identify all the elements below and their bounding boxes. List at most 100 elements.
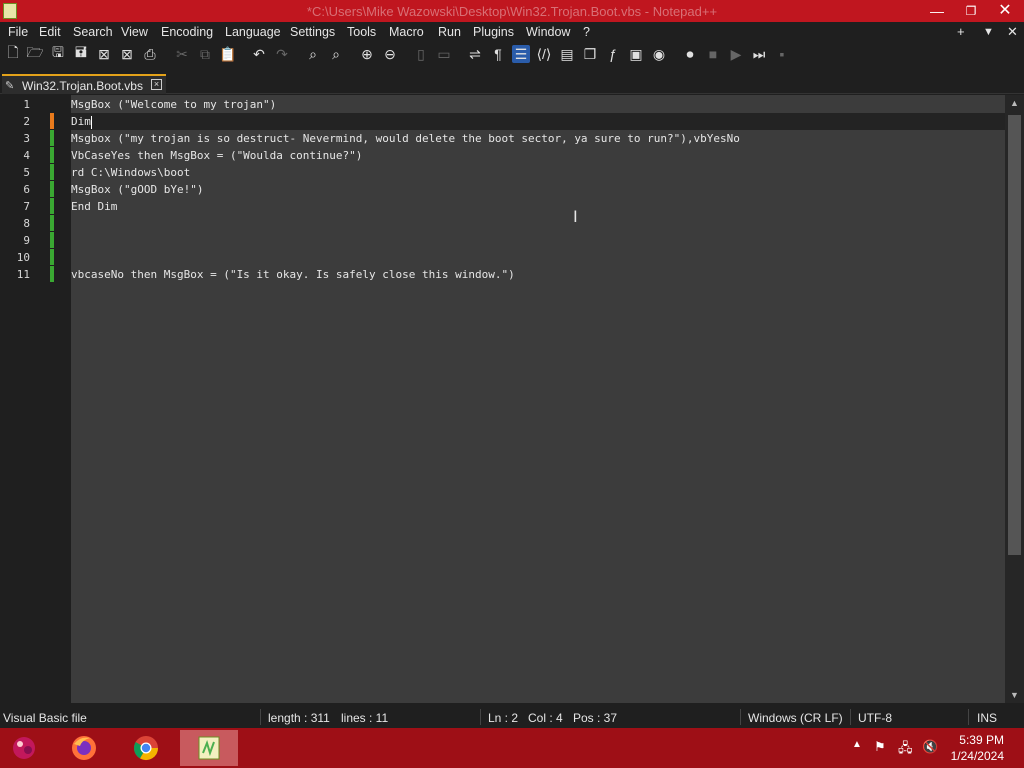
show-all-chars-icon[interactable]: ¶ <box>489 45 507 63</box>
code-line[interactable]: vbcaseNo then MsgBox = ("Is it okay. Is … <box>71 266 1005 283</box>
play-macro-icon[interactable]: ▶ <box>727 45 745 63</box>
volume-muted-icon[interactable]: 🔇 <box>922 739 938 755</box>
text-caret <box>90 115 92 129</box>
line-number: 3 <box>23 132 30 145</box>
save-all-icon[interactable]: 🖬 <box>72 44 90 63</box>
print-icon[interactable]: ⎙ <box>141 45 159 63</box>
menu-macro[interactable]: Macro <box>389 25 424 39</box>
menu-search[interactable]: Search <box>73 25 113 39</box>
code-line-text: MsgBox ("Welcome to my trojan") <box>71 98 277 111</box>
code-line[interactable] <box>71 232 1005 249</box>
undo-icon[interactable]: ↶ <box>250 45 268 63</box>
code-line[interactable]: Msgbox ("my trojan is so destruct- Never… <box>71 130 1005 147</box>
scroll-thumb[interactable] <box>1008 115 1021 555</box>
vertical-scrollbar[interactable]: ▲ ▼ <box>1005 95 1024 703</box>
menu-bar: File Edit Search View Encoding Language … <box>0 22 1024 43</box>
code-editor[interactable]: 1 2 3 4 5 6 7 8 9 10 11 MsgBox ("Welcome to my tro… <box>0 95 1005 703</box>
code-line[interactable]: VbCaseYes then MsgBox = ("Woulda continu… <box>71 147 1005 164</box>
code-line[interactable]: MsgBox ("Welcome to my trojan") <box>71 96 1005 113</box>
line-number: 11 <box>16 268 30 281</box>
system-clock[interactable]: 5:39 PM 1/24/2024 <box>951 732 1004 764</box>
firefox-icon[interactable] <box>64 730 104 766</box>
close-button[interactable]: ✕ <box>988 0 1022 22</box>
action-center-flag-icon[interactable]: ⚑ <box>874 739 886 755</box>
sync-vertical-icon[interactable]: ▯ <box>412 45 430 63</box>
notepadpp-taskbar-icon[interactable] <box>180 730 238 766</box>
menu-view[interactable]: View <box>121 25 148 39</box>
maximize-button[interactable]: ❐ <box>954 0 988 22</box>
close-tab-button[interactable]: × <box>151 79 162 90</box>
code-line[interactable]: MsgBox ("gOOD bYe!") <box>71 181 1005 198</box>
line-number: 2 <box>23 115 30 128</box>
chrome-icon[interactable] <box>126 730 166 766</box>
redo-icon[interactable]: ↷ <box>273 45 291 63</box>
tab-strip: ✎ Win32.Trojan.Boot.vbs × <box>0 68 1024 94</box>
saved-change-marker <box>50 232 54 248</box>
code-line-text: VbCaseYes then MsgBox = ("Woulda continu… <box>71 149 363 162</box>
unsaved-change-marker <box>50 113 54 129</box>
menu-settings[interactable]: Settings <box>290 25 335 39</box>
close-file-icon[interactable]: ⊠ <box>95 45 113 63</box>
code-line[interactable]: rd C:\Windows\boot <box>71 164 1005 181</box>
title-bar: *C:\Users\Mike Wazowski\Desktop\Win32.Tr… <box>0 0 1024 22</box>
find-icon[interactable]: ⌕ <box>304 45 322 63</box>
menu-help[interactable]: ? <box>583 25 590 39</box>
saved-change-marker <box>50 198 54 214</box>
new-tab-icon[interactable]: + <box>957 24 965 39</box>
menu-plugins[interactable]: Plugins <box>473 25 514 39</box>
code-line[interactable] <box>71 249 1005 266</box>
open-file-icon[interactable]: 🗁 <box>26 44 44 63</box>
minimize-button[interactable]: — <box>920 0 954 22</box>
paste-icon[interactable]: 📋 <box>219 45 237 63</box>
document-map-icon[interactable]: ▤ <box>558 45 576 63</box>
scroll-up-icon[interactable]: ▲ <box>1005 95 1024 111</box>
replace-icon[interactable]: ⌕ <box>327 45 345 63</box>
menu-file[interactable]: File <box>8 25 28 39</box>
line-number: 10 <box>16 251 30 264</box>
indent-guide-icon[interactable]: ☰ <box>512 45 530 63</box>
line-number: 6 <box>23 183 30 196</box>
zoom-out-icon[interactable]: ⊖ <box>381 45 399 63</box>
stop-macro-icon[interactable]: ■ <box>704 45 722 63</box>
monitoring-icon[interactable]: ◉ <box>650 45 668 63</box>
scroll-down-icon[interactable]: ▼ <box>1005 687 1024 703</box>
save-icon[interactable]: 🖫 <box>49 44 67 63</box>
line-number: 1 <box>23 98 30 111</box>
tray-overflow-icon[interactable]: ▲ <box>852 739 862 750</box>
menu-encoding[interactable]: Encoding <box>161 25 213 39</box>
zoom-in-icon[interactable]: ⊕ <box>358 45 376 63</box>
clock-time: 5:39 PM <box>959 733 1004 747</box>
code-line[interactable]: Dim <box>71 113 1005 130</box>
close-tab-icon[interactable]: ✕ <box>1007 24 1018 40</box>
saved-change-marker <box>50 130 54 146</box>
new-file-icon[interactable]: 🗋 <box>4 44 22 63</box>
status-eol[interactable]: Windows (CR LF) <box>748 711 843 725</box>
copy-icon[interactable]: ⧉ <box>196 45 214 63</box>
code-line[interactable] <box>71 215 1005 232</box>
menu-window[interactable]: Window <box>526 25 570 39</box>
code-line[interactable]: End Dim <box>71 198 1005 215</box>
menu-edit[interactable]: Edit <box>39 25 61 39</box>
menu-tools[interactable]: Tools <box>347 25 376 39</box>
document-list-icon[interactable]: ❐ <box>581 45 599 63</box>
folder-workspace-icon[interactable]: ▣ <box>627 45 645 63</box>
line-number: 7 <box>23 200 30 213</box>
close-all-icon[interactable]: ⊠ <box>118 45 136 63</box>
status-encoding[interactable]: UTF-8 <box>858 711 892 725</box>
function-list-icon[interactable]: ƒ <box>604 45 622 63</box>
xml-tag-icon[interactable]: ⟨/⟩ <box>535 45 553 63</box>
start-icon[interactable] <box>4 730 44 766</box>
saved-change-marker <box>50 249 54 265</box>
status-insert-mode[interactable]: INS <box>977 711 997 725</box>
menu-run[interactable]: Run <box>438 25 461 39</box>
sync-horizontal-icon[interactable]: ▭ <box>435 45 453 63</box>
menu-language[interactable]: Language <box>225 25 281 39</box>
network-icon[interactable]: 🖧 <box>898 739 913 761</box>
file-tab[interactable]: ✎ Win32.Trojan.Boot.vbs × <box>2 74 166 94</box>
run-macro-multiple-icon[interactable]: ⏭ <box>750 45 768 63</box>
word-wrap-icon[interactable]: ⇌ <box>466 45 484 63</box>
save-macro-icon[interactable]: ▪ <box>773 45 791 63</box>
cut-icon[interactable]: ✂ <box>173 45 191 63</box>
tab-list-icon[interactable]: ▼ <box>983 26 994 38</box>
record-macro-icon[interactable]: ⏺ <box>681 45 699 63</box>
